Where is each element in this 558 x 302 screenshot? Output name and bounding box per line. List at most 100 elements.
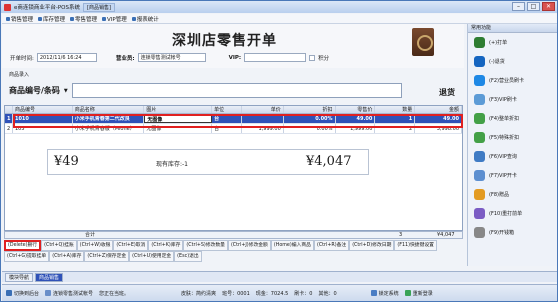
user-icon <box>45 290 52 296</box>
vip-query-button[interactable]: (F6)VIP查询 <box>468 147 557 166</box>
function-panel: 常用功能 (+)打单 (-)退货 (F2)营业员刷卡 (F3)VIP刷卡 (F4… <box>467 24 557 266</box>
save-deposit-button[interactable]: (Ctrl+Z)保存定金 <box>84 251 130 262</box>
edit-date-button[interactable]: (Ctrl+D)修改日期 <box>349 240 395 251</box>
app-icon <box>4 3 11 11</box>
menu-inventory-icon <box>38 16 43 21</box>
special-discount-button[interactable]: (F5)特殊折扣 <box>468 128 557 147</box>
stock-display: 现有库存:-1 <box>156 161 189 168</box>
menu-inventory[interactable]: 库存管理 <box>38 15 65 23</box>
col-header-retail: 零售价 <box>336 106 376 113</box>
close-button[interactable]: ✕ <box>542 2 555 11</box>
vip-field[interactable] <box>244 53 307 62</box>
status-other: 其他：0 <box>318 290 337 297</box>
status-user: 连锁零售测试帐号 <box>45 290 93 297</box>
col-header-amount: 金额 <box>415 106 462 113</box>
delete-row-button[interactable]: (Delete)删行 <box>4 240 42 251</box>
menu-sales[interactable]: 销售管理 <box>6 15 33 23</box>
sum-amount: ¥4,047 <box>437 232 455 238</box>
special-discount-icon <box>474 132 485 143</box>
clerk-field[interactable]: 连锁零售测试帐号 <box>137 53 206 62</box>
tab-module-nav[interactable]: 模块导航 <box>5 272 34 282</box>
grid-header: 商品编号 商品名称 图片 单位 单价 折扣 零售价 数量 金额 <box>5 106 462 114</box>
module-tabs: 模块导航 商品销售 <box>2 271 557 282</box>
points-checkbox[interactable] <box>309 54 316 61</box>
cancel-button[interactable]: (Ctrl+E)取消 <box>113 240 149 251</box>
reprint-button[interactable]: (F10)重打前单 <box>468 204 557 223</box>
page-title: 深圳店零售开单 <box>172 33 277 49</box>
menu-vip-icon <box>102 16 107 21</box>
selected-row-highlight <box>13 114 463 128</box>
pos-window: e商连锁商业平台-POS系统 [商品销售] – □ ✕ 销售管理 库存管理 零售… <box>0 0 558 302</box>
relogin-button[interactable]: 重新登录 <box>404 290 433 297</box>
retrieve-hung-order-button[interactable]: (Ctrl+G)提取挂单 <box>4 251 50 262</box>
menu-bar: 销售管理 库存管理 零售管理 VIP管理 报表统计 <box>2 14 557 24</box>
edit-qty-button[interactable]: (Ctrl+S)修改数量 <box>183 240 228 251</box>
discount-icon <box>474 113 485 124</box>
return-icon <box>474 56 485 67</box>
window-tab: [商品销售] <box>83 2 115 12</box>
points-label: 积分 <box>318 55 330 62</box>
open-time-label: 开单时间: <box>10 55 34 62</box>
vip-card-button[interactable]: (F3)VIP刷卡 <box>468 90 557 109</box>
lock-system-button[interactable]: 锁定系统 <box>370 290 399 297</box>
col-header-code: 商品编号 <box>13 106 73 113</box>
switch-backend-button[interactable]: 切换到后台 <box>6 290 39 297</box>
remark-button[interactable]: (Ctrl+R)备注 <box>313 240 350 251</box>
clerk-card-button[interactable]: (F2)营业员刷卡 <box>468 71 557 90</box>
swap-icon <box>474 75 485 86</box>
relogin-icon <box>404 290 411 296</box>
open-time-field[interactable]: 2012/11/6 16:24 <box>36 53 97 62</box>
card-icon <box>474 94 485 105</box>
print-order-button[interactable]: (+)打单 <box>468 33 557 52</box>
sum-row: 合计 3 ¥4,047 <box>4 231 463 239</box>
menu-vip[interactable]: VIP管理 <box>102 15 127 23</box>
product-code-input[interactable] <box>71 83 402 98</box>
safe-icon <box>412 28 434 56</box>
menu-retail[interactable]: 零售管理 <box>70 15 97 23</box>
status-cash: 现金：7024.5 <box>255 290 289 297</box>
order-discount-button[interactable]: (F4)整单折扣 <box>468 109 557 128</box>
gift-button[interactable]: (F8)赠品 <box>468 185 557 204</box>
status-card: 刷卡：0 <box>294 290 313 297</box>
function-panel-title: 常用功能 <box>468 24 557 33</box>
sum-label: 合计 <box>85 232 96 238</box>
return-button[interactable]: (-)退货 <box>468 52 557 71</box>
col-header-image: 图片 <box>144 106 213 113</box>
switch-icon <box>6 290 12 296</box>
product-code-label: 商品编号/条码 <box>9 86 60 95</box>
cash-drawer-icon <box>474 227 485 238</box>
chevron-down-icon[interactable]: ▼ <box>64 88 68 94</box>
use-deposit-button[interactable]: (Ctrl+U)使用定金 <box>129 251 175 262</box>
stock-a-button[interactable]: (Ctrl+A)库存 <box>49 251 85 262</box>
menu-sales-icon <box>6 16 10 21</box>
sum-qty: 3 <box>399 232 403 238</box>
menu-reports[interactable]: 报表统计 <box>131 15 159 23</box>
vip-open-icon <box>474 170 485 181</box>
checkout-button[interactable]: (Ctrl+W)收银 <box>76 240 114 251</box>
open-drawer-button[interactable]: (F9)开钱箱 <box>468 223 557 242</box>
return-checkbox-label[interactable]: 退货 <box>439 87 455 98</box>
status-shift-no: 班号：0001 <box>222 290 250 297</box>
reprint-icon <box>474 208 485 219</box>
vip-query-icon <box>474 151 485 162</box>
exit-button[interactable]: (Esc)退出 <box>174 251 202 262</box>
edit-amount-button[interactable]: (Ctrl+J)修改金额 <box>227 240 271 251</box>
minimize-button[interactable]: – <box>512 2 525 11</box>
total-amount-display: ¥4,047 <box>306 154 352 169</box>
add-product-button[interactable]: (Home)编入商品 <box>270 240 314 251</box>
hang-order-button[interactable]: (Ctrl+Q)挂账 <box>41 240 77 251</box>
print-icon <box>474 37 485 48</box>
section-label: 商品录入 <box>9 72 30 78</box>
shortcut-settings-button[interactable]: (F11)快捷键设置 <box>394 240 437 251</box>
vip-open-card-button[interactable]: (F7)VIP开卡 <box>468 166 557 185</box>
maximize-button[interactable]: □ <box>527 2 540 11</box>
tab-product-sales[interactable]: 商品销售 <box>35 272 64 282</box>
lock-icon <box>370 290 377 296</box>
stock-button[interactable]: (Ctrl+K)库存 <box>148 240 184 251</box>
col-header-name: 商品名称 <box>73 106 145 113</box>
col-header-index <box>5 106 13 113</box>
col-header-discount: 折扣 <box>284 106 336 113</box>
col-header-qty: 数量 <box>375 106 416 113</box>
shortcut-bar: (Delete)删行 (Ctrl+Q)挂账 (Ctrl+W)收银 (Ctrl+E… <box>4 240 463 262</box>
status-bar: 切换到后台 连锁零售测试帐号 您正在当班。 皮肤：简约清爽 班号：0001 现金… <box>2 284 557 301</box>
